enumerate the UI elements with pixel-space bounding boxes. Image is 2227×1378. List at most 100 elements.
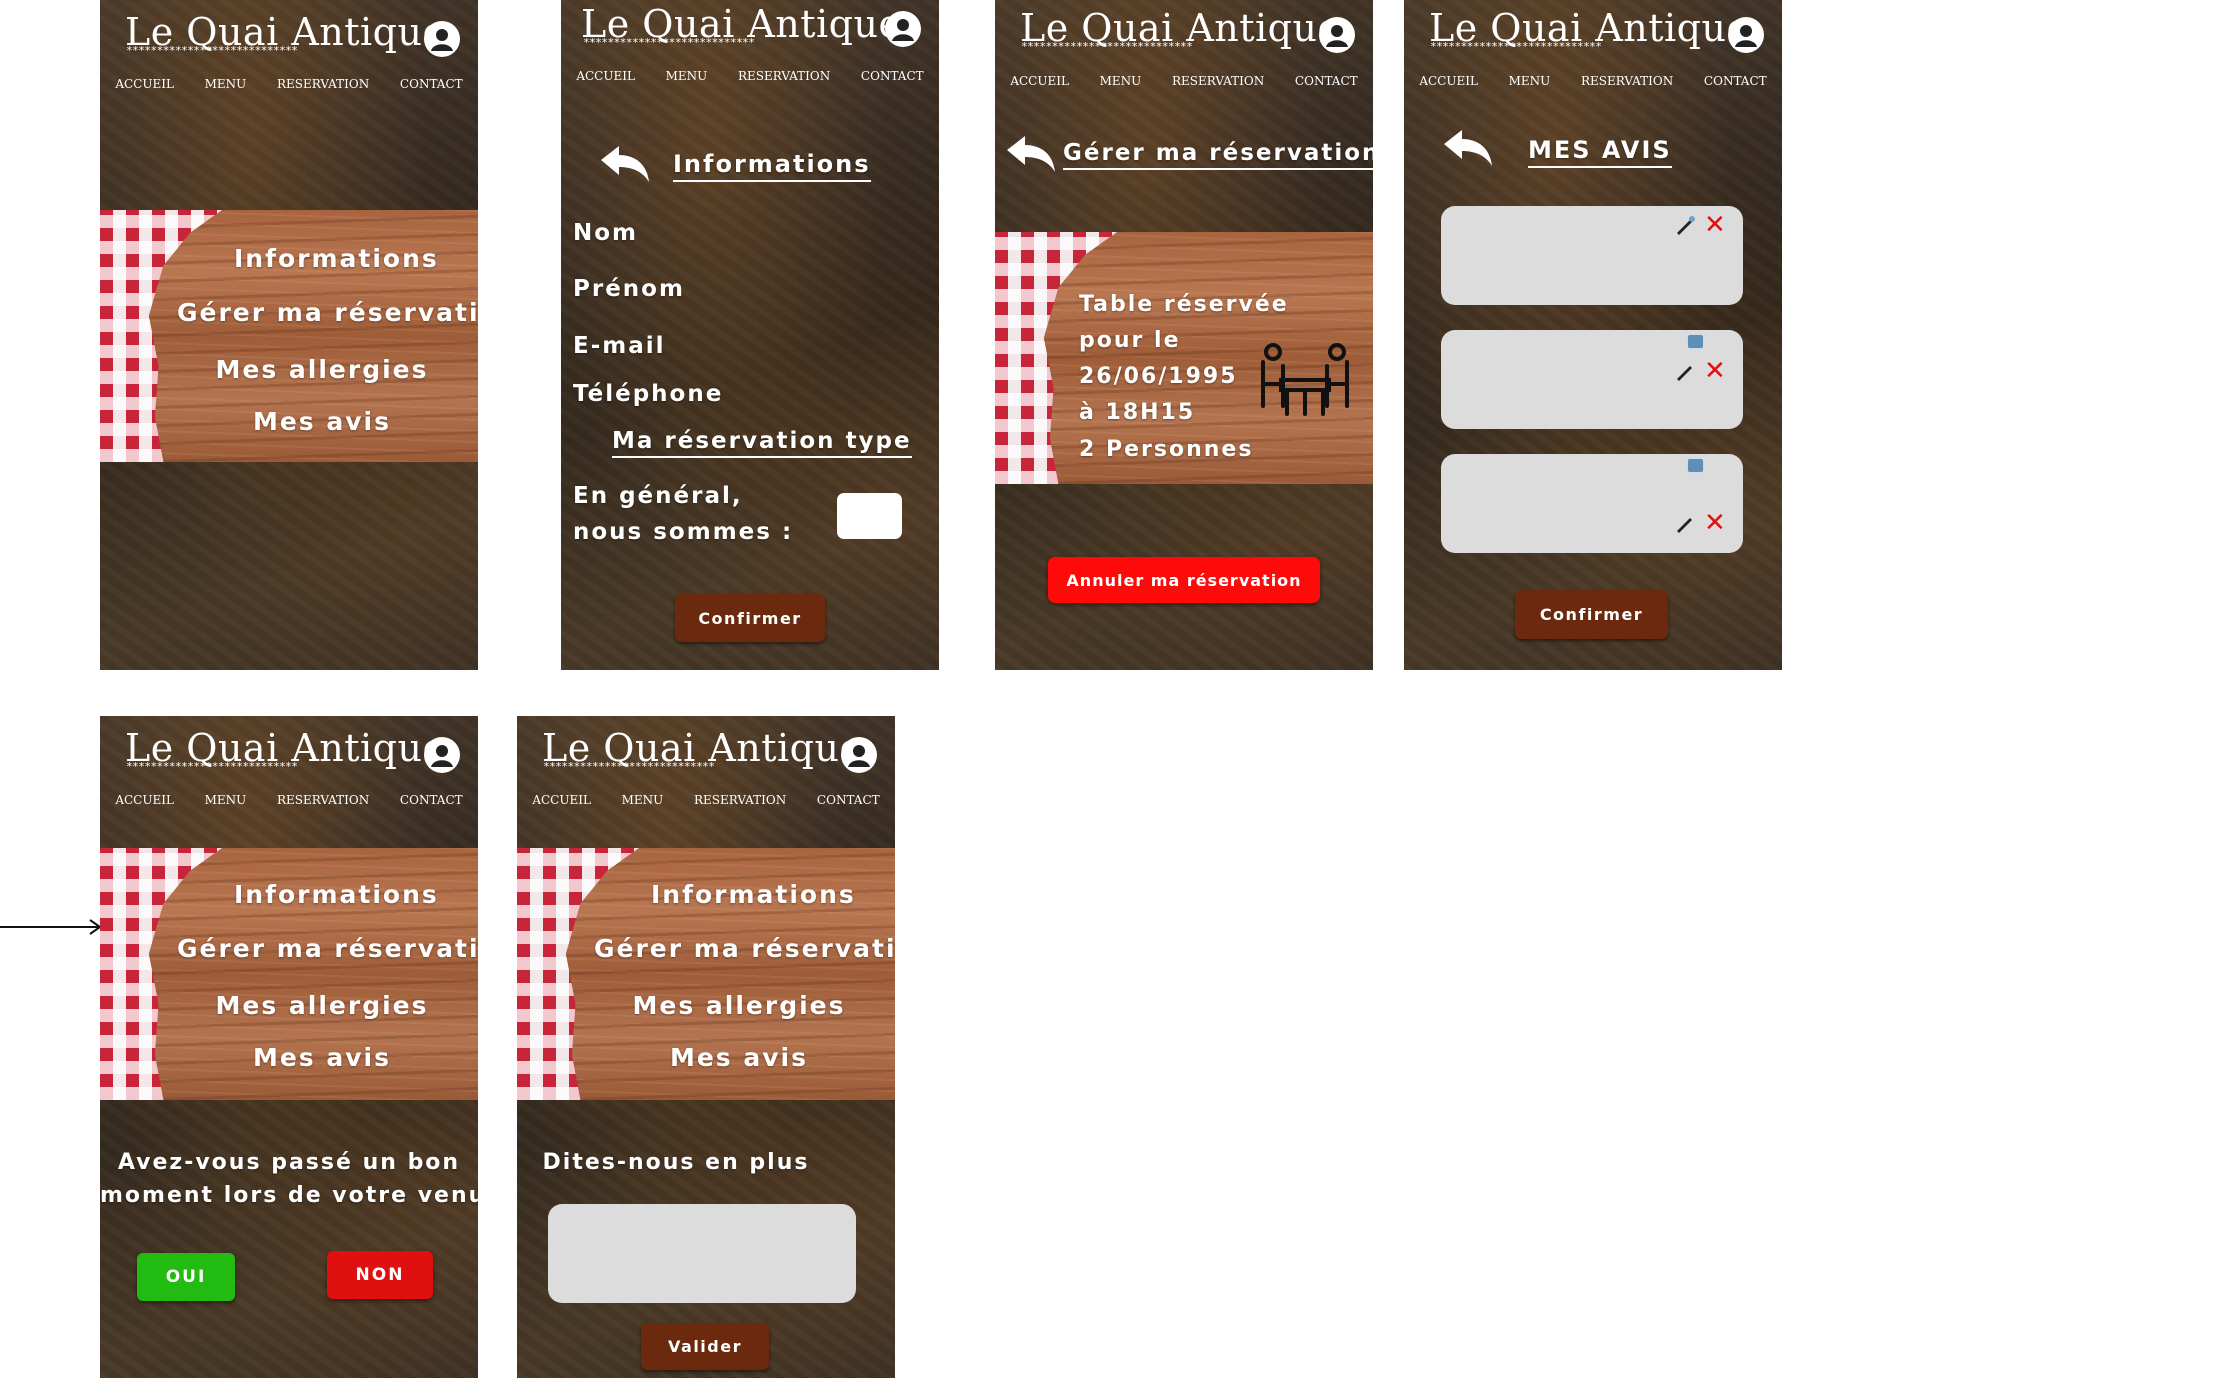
back-arrow-icon[interactable] <box>1003 132 1059 176</box>
nav-menu[interactable]: MENU <box>1509 74 1551 88</box>
nav-reservation[interactable]: RESERVATION <box>1581 74 1673 88</box>
guests-label-line2: nous sommes : <box>573 519 794 545</box>
submit-button[interactable]: Valider <box>641 1323 769 1370</box>
review-card[interactable] <box>1441 206 1743 305</box>
nav-contact[interactable]: CONTACT <box>1295 74 1358 88</box>
menu-item-reservation[interactable]: Gérer ma réservation <box>177 934 478 963</box>
nav-contact[interactable]: CONTACT <box>400 77 463 91</box>
section-title: Ma réservation type <box>612 428 912 458</box>
confirm-button[interactable]: Confirmer <box>1515 590 1668 639</box>
logo-stars: **************************** <box>126 44 298 57</box>
nav-accueil[interactable]: ACCUEIL <box>532 793 591 807</box>
back-arrow-icon[interactable] <box>1440 126 1496 170</box>
edit-pencil-icon[interactable] <box>1674 360 1696 382</box>
nav-menu[interactable]: MENU <box>1100 74 1142 88</box>
field-label-email: E-mail <box>573 333 666 359</box>
nav-reservation[interactable]: RESERVATION <box>277 793 369 807</box>
nav-contact[interactable]: CONTACT <box>400 793 463 807</box>
menu-item-reservation[interactable]: Gérer ma réservation <box>177 298 478 327</box>
user-account-icon[interactable] <box>423 736 461 774</box>
logo-stars: **************************** <box>1021 40 1193 53</box>
logo-stars: **************************** <box>1430 40 1602 53</box>
delete-review-icon[interactable]: ✕ <box>1704 510 1726 536</box>
back-arrow-icon[interactable] <box>597 142 653 186</box>
screen-feedback-details: Le Quai Antique ************************… <box>517 716 895 1378</box>
page-title: Gérer ma réservation <box>1063 140 1373 170</box>
user-account-icon[interactable] <box>1318 16 1356 54</box>
reservation-line-1: Table réservée <box>1079 292 1289 317</box>
delete-review-icon[interactable]: ✕ <box>1704 358 1726 384</box>
cancel-reservation-button[interactable]: Annuler ma réservation <box>1048 557 1320 603</box>
edit-pencil-icon[interactable] <box>1674 214 1696 236</box>
nav-menu[interactable]: MENU <box>205 793 247 807</box>
main-nav: ACCUEIL MENU RESERVATION CONTACT <box>1404 74 1782 88</box>
main-nav: ACCUEIL MENU RESERVATION CONTACT <box>995 74 1373 88</box>
menu-item-informations[interactable]: Informations <box>234 880 437 909</box>
screen-account-menu: Le Quai Antique ************************… <box>100 0 478 670</box>
user-account-icon[interactable] <box>1727 16 1765 54</box>
feedback-question-line2: moment lors de votre venue ? <box>100 1183 478 1208</box>
dining-table-icon <box>1261 343 1349 416</box>
tablecloth-decoration <box>100 848 222 1100</box>
page-title: MES AVIS <box>1528 136 1672 168</box>
confirm-button[interactable]: Confirmer <box>675 594 825 642</box>
main-nav: ACCUEIL MENU RESERVATION CONTACT <box>517 793 895 807</box>
field-label-prenom: Prénom <box>573 276 685 302</box>
nav-reservation[interactable]: RESERVATION <box>1172 74 1264 88</box>
delete-review-icon[interactable]: ✕ <box>1704 212 1726 238</box>
reservation-guests: 2 Personnes <box>1079 437 1254 462</box>
menu-item-reviews[interactable]: Mes avis <box>647 1043 831 1072</box>
nav-contact[interactable]: CONTACT <box>817 793 880 807</box>
nav-menu[interactable]: MENU <box>622 793 664 807</box>
nav-accueil[interactable]: ACCUEIL <box>576 69 635 83</box>
menu-item-reviews[interactable]: Mes avis <box>230 1043 414 1072</box>
edit-pencil-icon[interactable] <box>1674 512 1696 534</box>
nav-contact[interactable]: CONTACT <box>861 69 924 83</box>
menu-item-informations[interactable]: Informations <box>234 244 437 273</box>
screen-my-reviews: Le Quai Antique ************************… <box>1404 0 1782 670</box>
nav-menu[interactable]: MENU <box>205 77 247 91</box>
nav-reservation[interactable]: RESERVATION <box>738 69 830 83</box>
main-nav: ACCUEIL MENU RESERVATION CONTACT <box>561 69 939 83</box>
main-nav: ACCUEIL MENU RESERVATION CONTACT <box>100 793 478 807</box>
menu-item-allergies[interactable]: Mes allergies <box>210 355 434 384</box>
user-account-icon[interactable] <box>840 736 878 774</box>
guests-label-line1: En général, <box>573 483 743 509</box>
reservation-time: à 18H15 <box>1079 400 1196 425</box>
field-label-telephone: Téléphone <box>573 381 724 407</box>
guests-count-input[interactable] <box>837 493 902 539</box>
nav-accueil[interactable]: ACCUEIL <box>1010 74 1069 88</box>
refresh-badge-icon[interactable] <box>1687 334 1704 349</box>
menu-item-reviews[interactable]: Mes avis <box>230 407 414 436</box>
tablecloth-decoration <box>517 848 639 1100</box>
menu-item-allergies[interactable]: Mes allergies <box>627 991 851 1020</box>
yes-button[interactable]: OUI <box>137 1253 235 1301</box>
no-button[interactable]: NON <box>327 1251 433 1299</box>
page-title: Informations <box>673 150 871 182</box>
refresh-badge-icon[interactable] <box>1687 458 1704 473</box>
logo-stars: **************************** <box>583 36 755 49</box>
nav-reservation[interactable]: RESERVATION <box>277 77 369 91</box>
main-nav: ACCUEIL MENU RESERVATION CONTACT <box>100 77 478 91</box>
nav-accueil[interactable]: ACCUEIL <box>115 77 174 91</box>
details-prompt: Dites-nous en plus <box>542 1150 810 1175</box>
menu-item-allergies[interactable]: Mes allergies <box>210 991 434 1020</box>
screen-feedback-question: Le Quai Antique ************************… <box>100 716 478 1378</box>
menu-item-informations[interactable]: Informations <box>651 880 854 909</box>
nav-accueil[interactable]: ACCUEIL <box>1419 74 1478 88</box>
screen-manage-reservation: Le Quai Antique ************************… <box>995 0 1373 670</box>
reservation-line-2: pour le <box>1079 328 1181 353</box>
user-account-icon[interactable] <box>884 10 922 48</box>
logo-stars: **************************** <box>543 760 715 773</box>
nav-accueil[interactable]: ACCUEIL <box>115 793 174 807</box>
screen-informations: Le Quai Antique ************************… <box>561 0 939 670</box>
menu-item-reservation[interactable]: Gérer ma réservation <box>594 934 895 963</box>
details-textarea[interactable] <box>548 1204 856 1303</box>
nav-menu[interactable]: MENU <box>666 69 708 83</box>
field-label-nom: Nom <box>573 220 639 246</box>
user-account-icon[interactable] <box>423 20 461 58</box>
tablecloth-decoration <box>100 210 222 462</box>
nav-contact[interactable]: CONTACT <box>1704 74 1767 88</box>
logo-stars: **************************** <box>126 760 298 773</box>
nav-reservation[interactable]: RESERVATION <box>694 793 786 807</box>
